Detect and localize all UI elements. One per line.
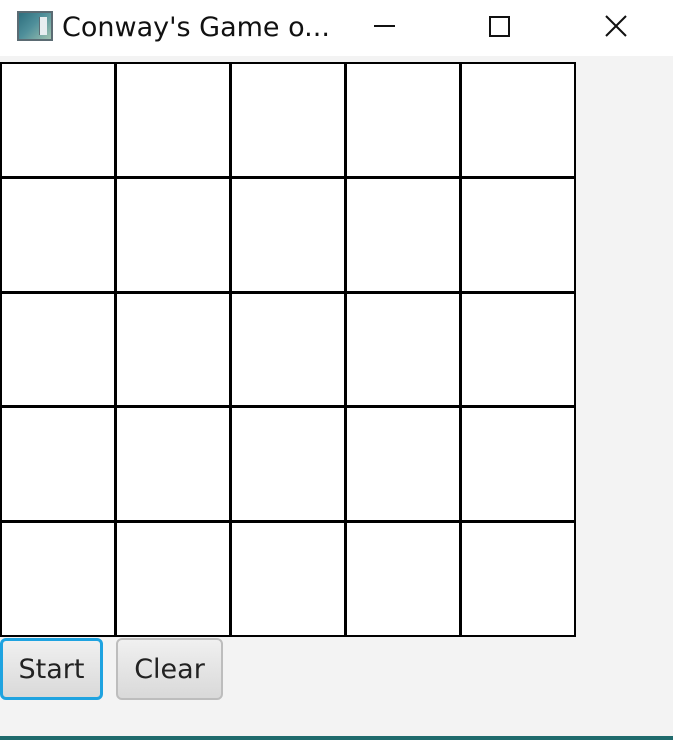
grid-cell-r1-c1[interactable] [2, 64, 114, 176]
grid-cell-r4-c5[interactable] [462, 408, 574, 521]
grid-cell-r4-c3[interactable] [232, 408, 344, 521]
grid-cell-r3-c2[interactable] [117, 293, 229, 406]
grid-cell-r5-c1[interactable] [2, 523, 114, 635]
grid-cell-r3-c1[interactable] [2, 293, 114, 406]
window-bottom-border [0, 736, 673, 740]
close-button[interactable] [586, 0, 646, 56]
grid-cell-r1-c4[interactable] [347, 64, 459, 176]
grid-cell-r3-c3[interactable] [232, 293, 344, 406]
grid-cell-r2-c2[interactable] [117, 178, 229, 291]
grid-cell-r4-c1[interactable] [2, 408, 114, 521]
grid-cell-r5-c5[interactable] [462, 523, 574, 635]
game-board [0, 62, 576, 637]
grid-cell-r3-c4[interactable] [347, 293, 459, 406]
close-icon [605, 15, 627, 37]
grid-cell-r2-c1[interactable] [2, 178, 114, 291]
grid-cell-r3-c5[interactable] [462, 293, 574, 406]
grid-cell-r2-c3[interactable] [232, 178, 344, 291]
grid-cell-r4-c2[interactable] [117, 408, 229, 521]
grid-cell-r5-c2[interactable] [117, 523, 229, 635]
start-button[interactable]: Start [0, 638, 103, 700]
app-window: Conway's Game o... Start Clear [0, 0, 673, 740]
title-bar[interactable]: Conway's Game o... [0, 0, 673, 56]
maximize-icon [489, 16, 510, 37]
grid-cell-r5-c3[interactable] [232, 523, 344, 635]
app-window-icon [17, 11, 53, 41]
minimize-button[interactable] [354, 0, 414, 56]
grid-cell-r1-c5[interactable] [462, 64, 574, 176]
grid-cell-r4-c4[interactable] [347, 408, 459, 521]
window-title: Conway's Game o... [62, 12, 330, 43]
clear-button[interactable]: Clear [116, 638, 223, 700]
grid-cell-r1-c3[interactable] [232, 64, 344, 176]
maximize-button[interactable] [470, 0, 530, 56]
grid-cell-r5-c4[interactable] [347, 523, 459, 635]
minimize-icon [374, 25, 395, 27]
grid-cell-r2-c5[interactable] [462, 178, 574, 291]
grid-cell-r2-c4[interactable] [347, 178, 459, 291]
grid-cell-r1-c2[interactable] [117, 64, 229, 176]
